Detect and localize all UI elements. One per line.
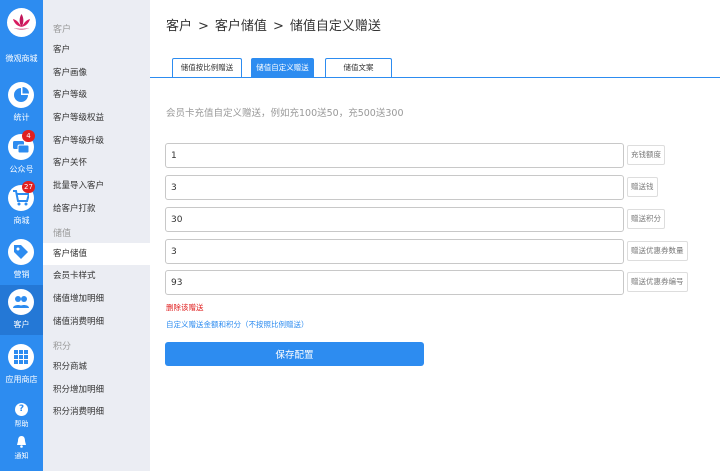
lotus-logo-icon bbox=[7, 8, 36, 37]
rail-item-wechat[interactable]: 4 公众号 bbox=[0, 130, 43, 180]
rail-label-mall: 商城 bbox=[13, 216, 30, 225]
rail-help[interactable]: ? 帮助 bbox=[0, 403, 43, 433]
help-icon: ? bbox=[15, 403, 28, 416]
sidebar-item-customer-care[interactable]: 客户关怀 bbox=[43, 152, 150, 174]
rail-item-mall[interactable]: 27 商城 bbox=[0, 181, 43, 231]
breadcrumb-stored-value[interactable]: 客户储值 bbox=[215, 19, 267, 34]
rail-item-stats[interactable]: 统计 bbox=[0, 78, 43, 128]
gift-points-label: 赠送积分 bbox=[627, 209, 665, 229]
sidebar-item-card-style[interactable]: 会员卡样式 bbox=[43, 265, 150, 287]
bell-icon bbox=[17, 436, 26, 448]
sidebar-item-points-mall[interactable]: 积分商城 bbox=[43, 356, 150, 378]
gift-points-input[interactable] bbox=[165, 207, 624, 232]
rail-label-wechat: 公众号 bbox=[9, 165, 34, 174]
section-title-stored-value: 储值 bbox=[53, 229, 72, 239]
tabs-underline bbox=[150, 77, 720, 78]
sidebar-item-customer-level[interactable]: 客户等级 bbox=[43, 84, 150, 106]
rail-item-marketing[interactable]: 营销 bbox=[0, 235, 43, 285]
rail-label-appstore: 应用商店 bbox=[5, 375, 38, 384]
wechat-badge: 4 bbox=[22, 130, 35, 142]
custom-gift-note-link[interactable]: 自定义赠送金额和积分（不按照比例赠送） bbox=[166, 319, 309, 330]
logo-label: 微观商城 bbox=[5, 54, 38, 63]
breadcrumb-customer[interactable]: 客户 bbox=[166, 19, 192, 34]
breadcrumb-current: 储值自定义赠送 bbox=[289, 19, 381, 34]
section-title-points: 积分 bbox=[53, 342, 72, 352]
pie-chart-icon bbox=[14, 87, 29, 102]
coupon-id-label: 赠送优惠券编号 bbox=[627, 272, 688, 292]
gift-money-label: 赠送钱 bbox=[627, 177, 658, 197]
page-description: 会员卡充值自定义赠送，例如充100送50，充500送300 bbox=[166, 108, 404, 119]
rail-label-marketing: 营销 bbox=[13, 270, 30, 279]
grid-icon bbox=[14, 350, 28, 364]
rail-label-stats: 统计 bbox=[13, 113, 30, 122]
save-config-button[interactable]: 保存配置 bbox=[165, 342, 424, 366]
sidebar-item-pay-customer[interactable]: 给客户打款 bbox=[43, 198, 150, 220]
sidebar-item-level-upgrade[interactable]: 客户等级升级 bbox=[43, 130, 150, 152]
users-icon bbox=[13, 296, 29, 308]
sidebar-item-customer-portrait[interactable]: 客户画像 bbox=[43, 62, 150, 84]
gift-money-input[interactable] bbox=[165, 175, 624, 200]
rail-item-appstore[interactable]: 应用商店 bbox=[0, 340, 43, 390]
recharge-amount-input[interactable] bbox=[165, 143, 624, 168]
icon-rail: 微观商城 统计 4 公众号 27 商城 营销 客户 应用商店 ? 帮助 通知 bbox=[0, 0, 43, 471]
tab-copywriting[interactable]: 储值文案 bbox=[325, 58, 392, 78]
sidebar-item-customer[interactable]: 客户 bbox=[43, 39, 150, 61]
app-logo[interactable]: 微观商城 bbox=[0, 0, 43, 68]
coupon-count-label: 赠送优惠券数量 bbox=[627, 241, 688, 261]
sidebar-item-points-consume[interactable]: 积分消费明细 bbox=[43, 401, 150, 423]
notify-label: 通知 bbox=[14, 452, 29, 460]
help-label: 帮助 bbox=[14, 420, 29, 428]
sidebar-item-points-increase[interactable]: 积分增加明细 bbox=[43, 379, 150, 401]
tab-proportional-gift[interactable]: 储值按比例赠送 bbox=[172, 58, 242, 78]
recharge-amount-label: 充钱额度 bbox=[627, 145, 665, 165]
sidebar-item-batch-import[interactable]: 批量导入客户 bbox=[43, 175, 150, 197]
breadcrumb: 客户 > 客户储值 > 储值自定义赠送 bbox=[166, 15, 387, 34]
tag-icon bbox=[14, 245, 28, 259]
delete-gift-link[interactable]: 删除该赠送 bbox=[166, 302, 204, 313]
rail-notify[interactable]: 通知 bbox=[0, 435, 43, 465]
main-content: 客户 > 客户储值 > 储值自定义赠送 储值按比例赠送 储值自定义赠送 储值文案 会员卡… bbox=[150, 0, 720, 471]
breadcrumb-separator: > bbox=[198, 19, 209, 34]
rail-item-customer[interactable]: 客户 bbox=[0, 285, 43, 335]
sidebar-item-level-rights[interactable]: 客户等级权益 bbox=[43, 107, 150, 129]
rail-label-customer: 客户 bbox=[13, 320, 30, 329]
secondary-sidebar: 客户 客户 客户画像 客户等级 客户等级权益 客户等级升级 客户关怀 批量导入客… bbox=[43, 0, 150, 471]
breadcrumb-separator: > bbox=[272, 19, 284, 34]
coupon-id-input[interactable] bbox=[165, 270, 624, 295]
section-title-customer: 客户 bbox=[53, 25, 72, 35]
sidebar-item-stored-increase[interactable]: 储值增加明细 bbox=[43, 288, 150, 310]
sidebar-item-stored-consume[interactable]: 储值消费明细 bbox=[43, 311, 150, 333]
mall-badge: 27 bbox=[22, 181, 35, 193]
tab-custom-gift[interactable]: 储值自定义赠送 bbox=[251, 58, 314, 78]
coupon-count-input[interactable] bbox=[165, 239, 624, 264]
sidebar-item-stored-value[interactable]: 客户储值 bbox=[43, 243, 150, 265]
